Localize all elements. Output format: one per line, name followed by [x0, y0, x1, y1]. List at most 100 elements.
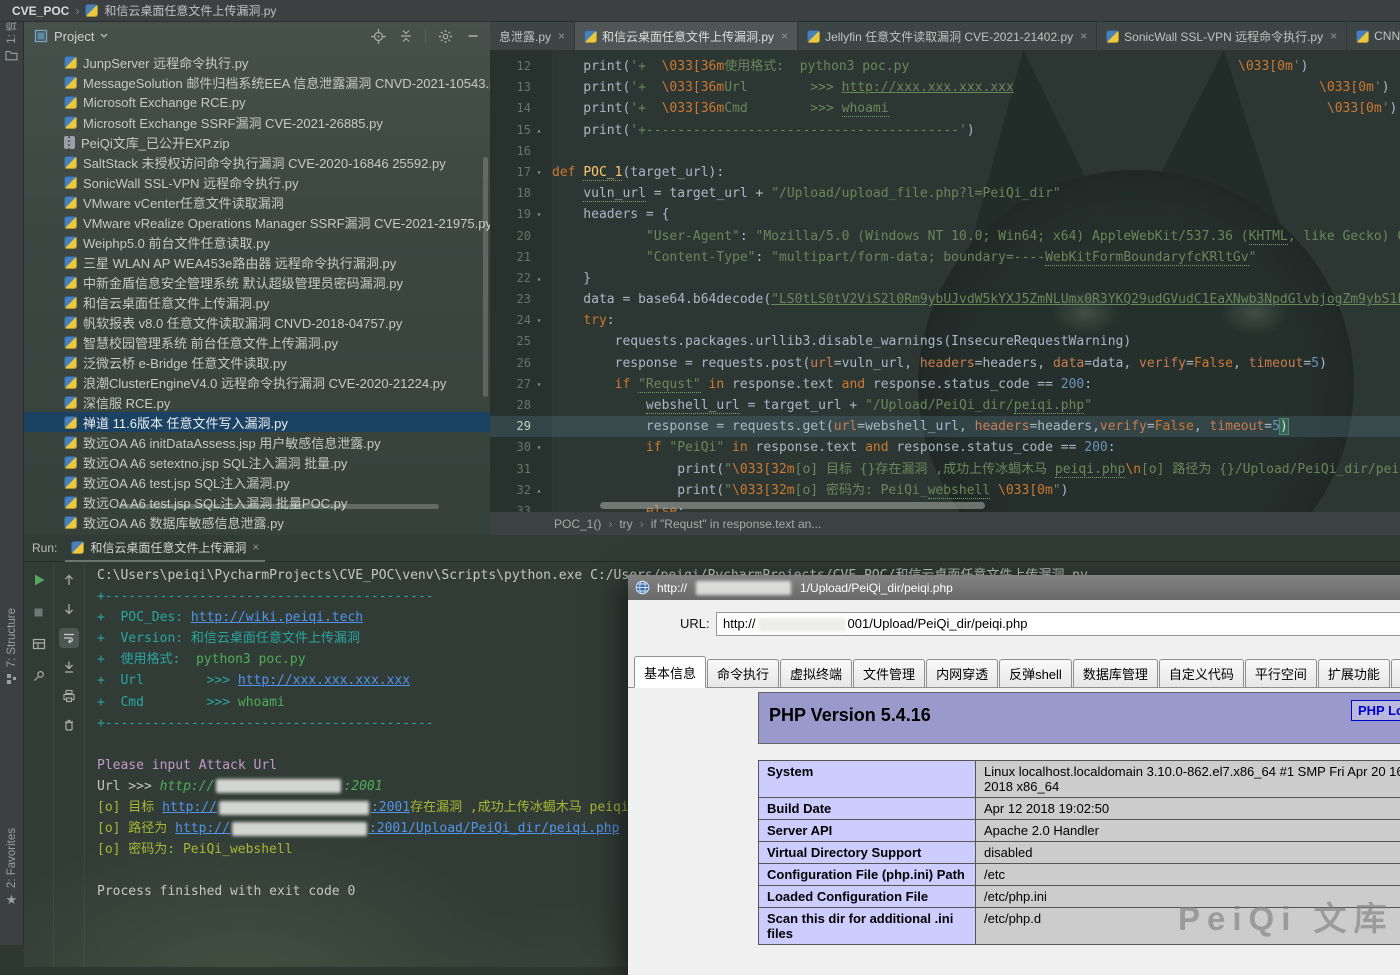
line-number-gutter[interactable]: 15▴: [490, 120, 552, 141]
shell-tab[interactable]: 备忘录: [1391, 659, 1400, 688]
link-text[interactable]: :2001/Upload/PeiQi_dir/peiqi.php: [369, 821, 619, 836]
editor-code-area[interactable]: 12 print('+ \033[36m使用格式: python3 poc.py…: [490, 50, 1400, 512]
fold-marker-icon[interactable]: ▴: [534, 480, 544, 501]
link-text[interactable]: "LS0tLS0tV2ViS2l0Rm9ybUJvdW5kYXJ5ZmNLUmx…: [771, 292, 1400, 307]
tree-item[interactable]: 三星 WLAN AP WEA453e路由器 远程命令执行漏洞.py: [24, 252, 490, 272]
shell-tab[interactable]: 文件管理: [853, 659, 925, 688]
line-number-gutter[interactable]: 14: [490, 98, 552, 119]
close-icon[interactable]: ×: [252, 540, 259, 554]
editor-tab[interactable]: 和信云桌面任意文件上传漏洞.py×: [575, 22, 798, 50]
restore-layout-button[interactable]: [29, 634, 49, 654]
run-tab[interactable]: 和信云桌面任意文件上传漏洞 ×: [65, 535, 265, 562]
tree-item[interactable]: 浪潮ClusterEngineV4.0 远程命令执行漏洞 CVE-2020-21…: [24, 372, 490, 392]
line-number-gutter[interactable]: 32▴: [490, 480, 552, 501]
shell-tab[interactable]: 自定义代码: [1159, 659, 1244, 688]
link-text[interactable]: http://wiki.peiqi.tech: [191, 610, 363, 625]
link-text[interactable]: http://xxx.xxx.xxx.xxx: [842, 80, 1014, 95]
tree-item[interactable]: Weiphp5.0 前台文件任意读取.py: [24, 232, 490, 252]
tree-item[interactable]: 深信服 RCE.py: [24, 392, 490, 412]
tree-item[interactable]: JunpServer 远程命令执行.py: [24, 52, 490, 72]
print-button[interactable]: [59, 686, 79, 706]
shell-tab[interactable]: 扩展功能: [1318, 659, 1390, 688]
breadcrumb-item[interactable]: try: [619, 517, 632, 531]
shell-tab[interactable]: 内网穿透: [926, 659, 998, 688]
chevron-down-icon[interactable]: [100, 33, 108, 39]
breadcrumb-item[interactable]: POC_1(): [554, 517, 601, 531]
tree-horizontal-scrollbar[interactable]: [119, 504, 439, 509]
clear-console-button[interactable]: [59, 715, 79, 735]
close-icon[interactable]: ×: [1330, 29, 1337, 43]
tree-vertical-scrollbar[interactable]: [483, 157, 488, 397]
tree-item[interactable]: 中新金盾信息安全管理系统 默认超级管理员密码漏洞.py: [24, 272, 490, 292]
line-number-gutter[interactable]: 22▴: [490, 268, 552, 289]
tree-item[interactable]: 致远OA A6 test.jsp SQL注入漏洞 批量POC.py: [24, 492, 490, 512]
fold-marker-icon[interactable]: ▾: [534, 374, 544, 395]
shell-tab[interactable]: 数据库管理: [1073, 659, 1158, 688]
line-number-gutter[interactable]: 27▾: [490, 374, 552, 395]
line-number-gutter[interactable]: 30▾: [490, 437, 552, 458]
line-number-gutter[interactable]: 28: [490, 395, 552, 416]
settings-gear-button[interactable]: [434, 26, 456, 46]
url-input[interactable]: http://001/Upload/PeiQi_dir/peiqi.php: [716, 612, 1400, 636]
fold-marker-icon[interactable]: ▾: [534, 204, 544, 225]
locate-file-button[interactable]: [367, 26, 389, 46]
line-number-gutter[interactable]: 25: [490, 331, 552, 352]
fold-marker-icon[interactable]: ▾: [534, 162, 544, 183]
shell-tab[interactable]: 基本信息: [634, 656, 706, 688]
tree-item[interactable]: 致远OA A6 test.jsp SQL注入漏洞.py: [24, 472, 490, 492]
tree-item[interactable]: Microsoft Exchange SSRF漏洞 CVE-2021-26885…: [24, 112, 490, 132]
line-number-gutter[interactable]: 23: [490, 289, 552, 310]
stop-button[interactable]: [29, 602, 49, 622]
tree-item[interactable]: 和信云桌面任意文件上传漏洞.py: [24, 292, 490, 312]
line-number-gutter[interactable]: 21: [490, 247, 552, 268]
line-number-gutter[interactable]: 17▾: [490, 162, 552, 183]
soft-wrap-button[interactable]: [59, 628, 79, 648]
line-number-gutter[interactable]: 24▾: [490, 310, 552, 331]
up-stacktrace-button[interactable]: [59, 570, 79, 590]
line-number-gutter[interactable]: 29: [490, 416, 552, 437]
line-number-gutter[interactable]: 26: [490, 353, 552, 374]
down-stacktrace-button[interactable]: [59, 599, 79, 619]
tree-item[interactable]: SonicWall SSL-VPN 远程命令执行.py: [24, 172, 490, 192]
tree-item[interactable]: Microsoft Exchange RCE.py: [24, 92, 490, 112]
editor-tab[interactable]: CNN×: [1347, 22, 1400, 50]
editor-tab[interactable]: SonicWall SSL-VPN 远程命令执行.py×: [1097, 22, 1347, 50]
tree-item[interactable]: PeiQi文库_已公开EXP.zip: [24, 132, 490, 152]
webshell-window-title-bar[interactable]: http://1/Upload/PeiQi_dir/peiqi.php: [628, 575, 1400, 600]
pin-button[interactable]: [29, 666, 49, 686]
editor-tab[interactable]: Jellyfin 任意文件读取漏洞 CVE-2021-21402.py×: [798, 22, 1097, 50]
tree-item[interactable]: 帆软报表 v8.0 任意文件读取漏洞 CNVD-2018-04757.py: [24, 312, 490, 332]
tree-item[interactable]: 智慧校园管理系统 前台任意文件上传漏洞.py: [24, 332, 490, 352]
line-number-gutter[interactable]: 18: [490, 183, 552, 204]
breadcrumb-item[interactable]: if "Requst" in response.text an...: [651, 517, 822, 531]
fold-marker-icon[interactable]: ▾: [534, 437, 544, 458]
toolwindow-button-structure[interactable]: 7: Structure: [0, 608, 23, 685]
editor-tab[interactable]: 息泄露.py×: [490, 22, 575, 50]
tree-item[interactable]: VMware vRealize Operations Manager SSRF漏…: [24, 212, 490, 232]
editor-horizontal-scrollbar[interactable]: [600, 502, 985, 509]
php-logo-link[interactable]: PHP Logo: [1351, 700, 1400, 721]
tree-item[interactable]: 泛微云桥 e-Bridge 任意文件读取.py: [24, 352, 490, 372]
toolwindow-button-favorites[interactable]: 2: Favorites ★: [0, 828, 23, 906]
line-number-gutter[interactable]: 31: [490, 459, 552, 480]
line-number-gutter[interactable]: 33: [490, 501, 552, 512]
tree-item[interactable]: 致远OA A6 setextno.jsp SQL注入漏洞 批量.py: [24, 452, 490, 472]
link-text[interactable]: http://: [162, 800, 217, 815]
close-icon[interactable]: ×: [781, 29, 788, 43]
line-number-gutter[interactable]: 16: [490, 141, 552, 162]
tree-item[interactable]: 禅道 11.6版本 任意文件写入漏洞.py: [24, 412, 490, 432]
line-number-gutter[interactable]: 12: [490, 56, 552, 77]
hide-panel-button[interactable]: [462, 26, 484, 46]
tree-item[interactable]: MessageSolution 邮件归档系统EEA 信息泄露漏洞 CNVD-20…: [24, 72, 490, 92]
link-text[interactable]: http://: [175, 821, 230, 836]
line-number-gutter[interactable]: 20: [490, 226, 552, 247]
close-icon[interactable]: ×: [558, 29, 565, 43]
link-text[interactable]: :2001: [371, 800, 410, 815]
shell-tab[interactable]: 平行空间: [1245, 659, 1317, 688]
rerun-button[interactable]: [29, 570, 49, 590]
collapse-all-button[interactable]: [395, 26, 417, 46]
scroll-to-end-button[interactable]: [59, 657, 79, 677]
fold-marker-icon[interactable]: ▴: [534, 268, 544, 289]
line-number-gutter[interactable]: 13: [490, 77, 552, 98]
shell-tab[interactable]: 虚拟终端: [780, 659, 852, 688]
